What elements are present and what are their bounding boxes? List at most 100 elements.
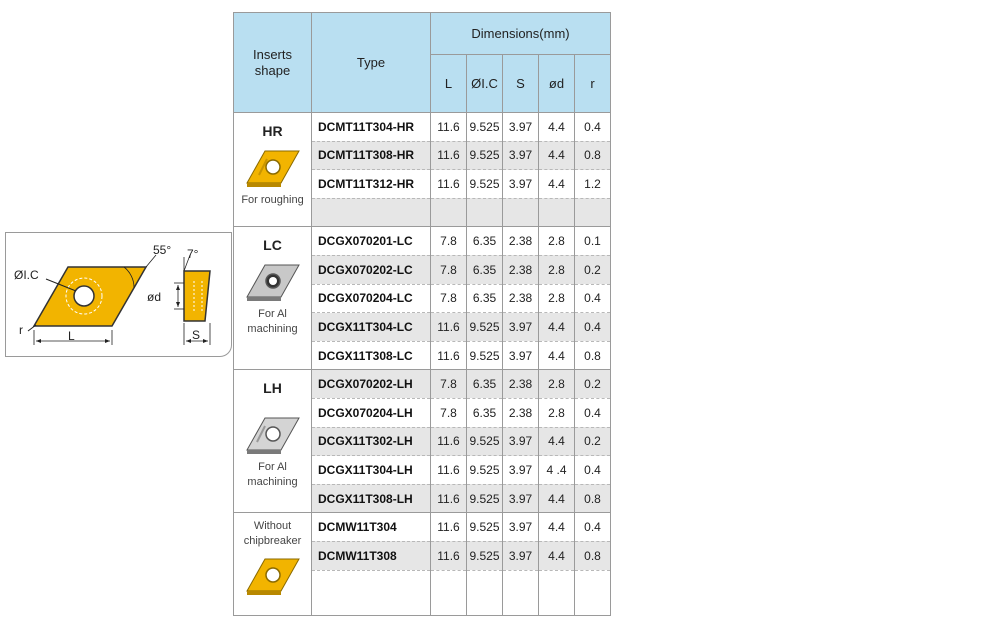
dcmw-insert-image [245, 558, 300, 596]
col-s-header: S [502, 54, 539, 113]
value-cell: 0.8 [574, 484, 611, 514]
value-cell: 9.525 [466, 141, 503, 171]
value-cell: 7.8 [430, 284, 467, 314]
value-cell: 2.38 [502, 369, 539, 399]
ic-label: ØI.C [14, 268, 39, 282]
value-cell: 0.8 [574, 341, 611, 371]
type-cell: DCGX11T308-LC [311, 341, 431, 371]
type-cell: DCGX070201-LC [311, 226, 431, 256]
insert-geometry-diagram: 55° 7° ØI.C ød r L S [5, 232, 232, 357]
value-cell: 4.4 [538, 312, 575, 342]
group-hr-shape-cell: HR For roughing [233, 111, 312, 228]
value-cell: 2.38 [502, 284, 539, 314]
value-cell: 4.4 [538, 112, 575, 142]
value-cell: 1.2 [574, 169, 611, 199]
value-cell: 3.97 [502, 484, 539, 514]
value-cell: 11.6 [430, 455, 467, 485]
value-cell: 9.525 [466, 312, 503, 342]
type-cell: DCMT11T308-HR [311, 141, 431, 171]
value-cell [538, 570, 575, 616]
value-cell: 0.2 [574, 427, 611, 457]
value-cell: 11.6 [430, 169, 467, 199]
group-name: HR [262, 123, 283, 139]
value-cell: 9.525 [466, 484, 503, 514]
value-cell: 0.4 [574, 312, 611, 342]
col-l-header: L [430, 54, 467, 113]
type-cell: DCGX11T302-LH [311, 427, 431, 457]
value-cell: 9.525 [466, 455, 503, 485]
value-cell: 4.4 [538, 169, 575, 199]
group-name: LH [263, 380, 282, 397]
value-cell: 11.6 [430, 512, 467, 542]
group-lh-shape-cell: LH For Al machining [233, 369, 312, 514]
hr-insert-image [245, 150, 300, 187]
value-cell: 2.38 [502, 226, 539, 256]
value-cell: 4.4 [538, 541, 575, 571]
value-cell: 2.8 [538, 284, 575, 314]
group-description: For Al machining [247, 308, 298, 336]
value-cell: 3.97 [502, 112, 539, 142]
l-label: L [68, 329, 75, 343]
group-name: LC [263, 237, 282, 254]
value-cell [574, 570, 611, 616]
value-cell: 0.4 [574, 284, 611, 314]
group-description: Without chipbreaker [243, 520, 302, 548]
value-cell: 11.6 [430, 541, 467, 571]
type-cell: DCGX11T304-LH [311, 455, 431, 485]
r-label: r [19, 323, 23, 337]
value-cell: 9.525 [466, 541, 503, 571]
col-ic-header: ØI.C [466, 54, 503, 113]
value-cell: 11.6 [430, 484, 467, 514]
value-cell: 6.35 [466, 284, 503, 314]
col-r-header: r [574, 54, 611, 113]
value-cell [430, 198, 467, 228]
table-row: HR For roughing DCMT11T304-HR 11.6 9.525… [233, 111, 611, 228]
type-cell: DCGX070204-LC [311, 284, 431, 314]
center-hole [73, 285, 95, 307]
value-cell: 0.4 [574, 112, 611, 142]
dimensions-header: Dimensions(mm) [430, 12, 611, 55]
value-cell: 6.35 [466, 255, 503, 285]
insert-side-view [183, 270, 211, 322]
value-cell: 7.8 [430, 398, 467, 428]
value-cell: 7.8 [430, 255, 467, 285]
value-cell: 7.8 [430, 226, 467, 256]
d-label: ød [147, 290, 162, 304]
value-cell: 2.8 [538, 226, 575, 256]
type-cell: DCMW11T308 [311, 541, 431, 571]
type-cell: DCGX070202-LH [311, 369, 431, 399]
value-cell [538, 198, 575, 228]
type-cell: DCGX070204-LH [311, 398, 431, 428]
value-cell: 4.4 [538, 427, 575, 457]
value-cell: 0.4 [574, 512, 611, 542]
group-lc-shape-cell: LC For Al machining [233, 226, 312, 371]
value-cell [502, 198, 539, 228]
value-cell: 11.6 [430, 312, 467, 342]
value-cell: 0.4 [574, 455, 611, 485]
value-cell: 9.525 [466, 512, 503, 542]
value-cell: 0.8 [574, 141, 611, 171]
type-cell [311, 570, 431, 616]
value-cell: 2.38 [502, 398, 539, 428]
type-cell: DCMW11T304 [311, 512, 431, 542]
value-cell [430, 570, 467, 616]
value-cell: 3.97 [502, 341, 539, 371]
value-cell: 4.4 [538, 512, 575, 542]
value-cell: 3.97 [502, 312, 539, 342]
col-d-header: ød [538, 54, 575, 113]
value-cell: 11.6 [430, 341, 467, 371]
angle-55-label: 55° [153, 243, 172, 257]
value-cell: 9.525 [466, 169, 503, 199]
value-cell [502, 570, 539, 616]
value-cell: 3.97 [502, 455, 539, 485]
value-cell: 6.35 [466, 369, 503, 399]
value-cell: 3.97 [502, 169, 539, 199]
type-cell: DCMT11T304-HR [311, 112, 431, 142]
lh-insert-image [245, 417, 300, 455]
value-cell: 0.8 [574, 541, 611, 571]
value-cell: 4.4 [538, 341, 575, 371]
table-row: LC For Al machining DCGX070201-LC 7.8 6.… [233, 226, 611, 371]
value-cell: 2.8 [538, 398, 575, 428]
value-cell: 0.4 [574, 398, 611, 428]
table-row: LH For Al machining DCGX070202-LH 7.8 6.… [233, 369, 611, 514]
